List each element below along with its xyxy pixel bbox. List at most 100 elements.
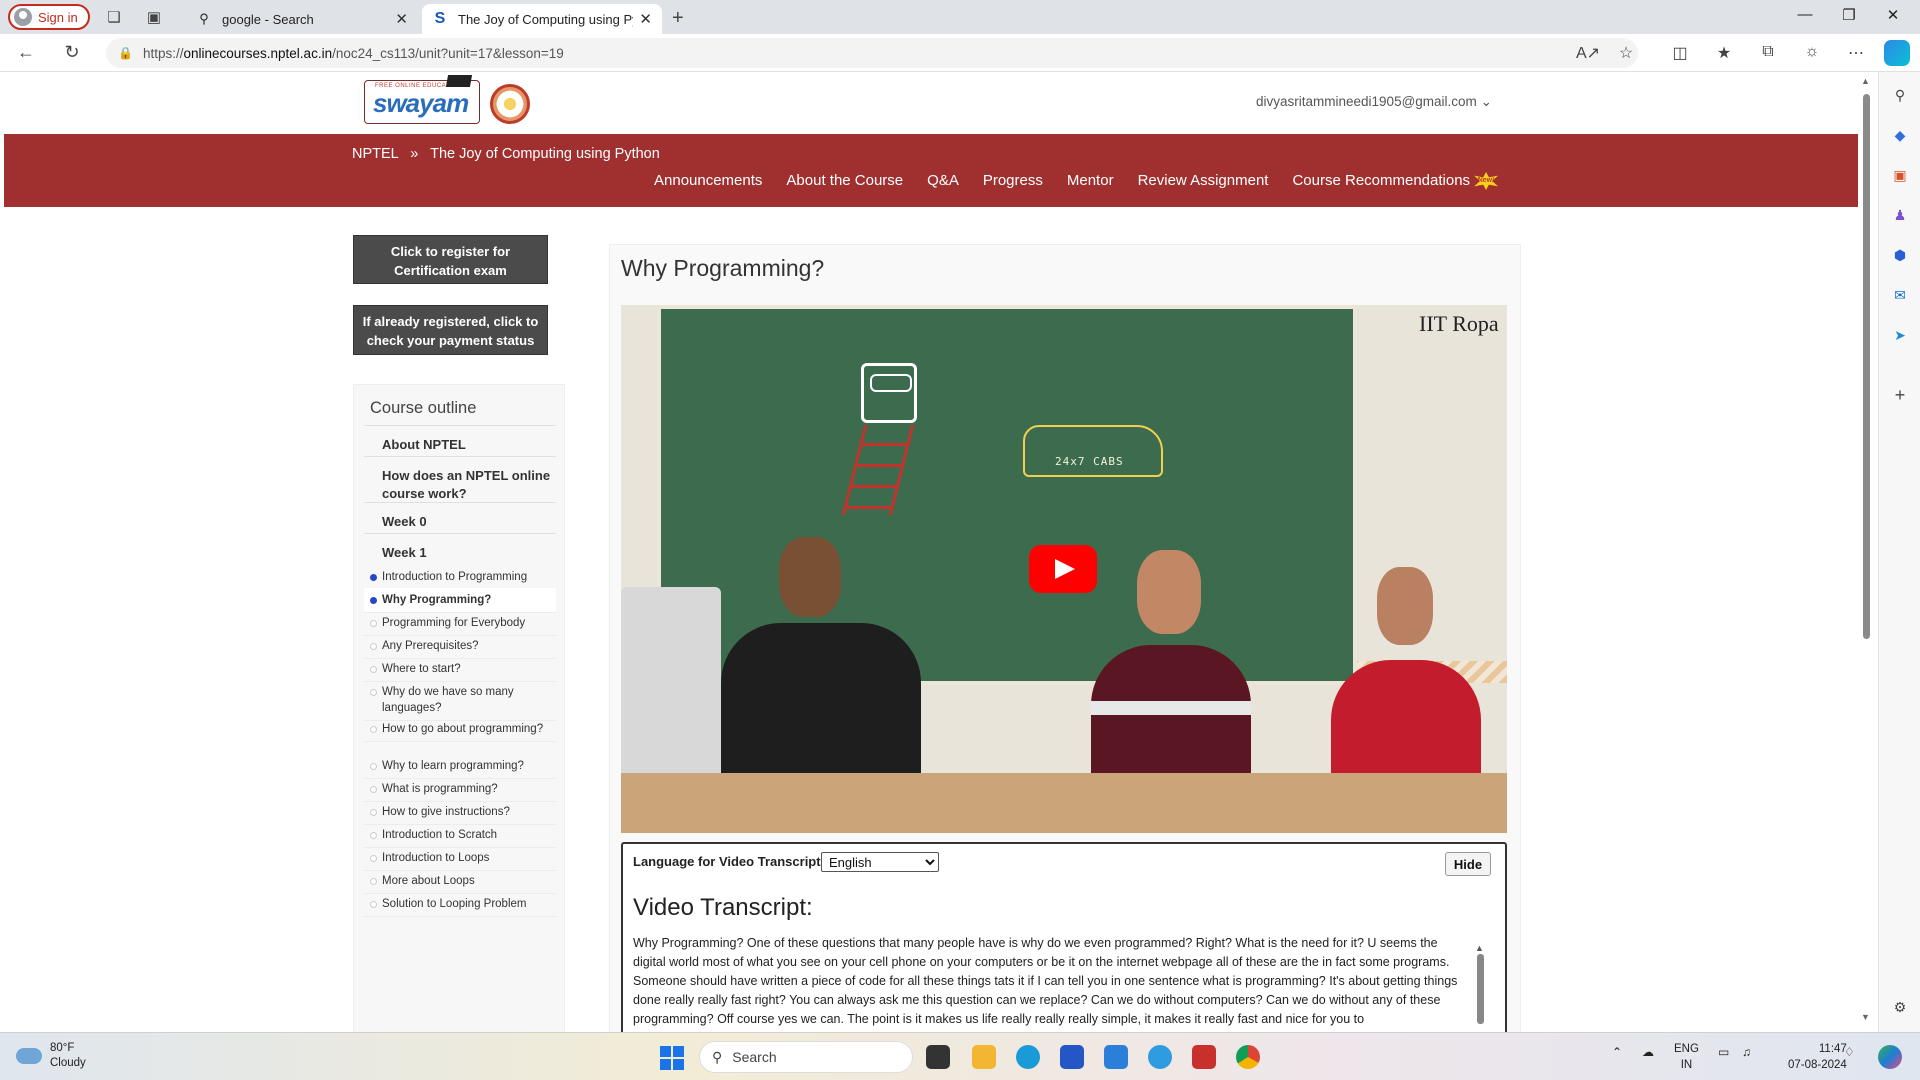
lesson-item[interactable]: Introduction to Programming	[364, 565, 556, 590]
scroll-thumb[interactable]	[1863, 94, 1870, 639]
page-scrollbar[interactable]: ▲ ▼	[1858, 76, 1874, 1026]
tab-actions-icon[interactable]: ▣	[144, 7, 164, 27]
settings-gear-icon[interactable]: ⚙	[1891, 998, 1909, 1016]
close-icon[interactable]: ✕	[395, 10, 408, 28]
cab-drawing-icon	[1023, 425, 1163, 477]
copilot-taskbar-icon[interactable]	[1878, 1045, 1902, 1069]
lesson-label: Any Prerequisites?	[382, 640, 479, 652]
lesson-item[interactable]: Introduction to Scratch	[364, 823, 556, 848]
lesson-item[interactable]: How to give instructions?	[364, 800, 556, 825]
lesson-item[interactable]: Introduction to Loops	[364, 846, 556, 871]
favorite-star-icon[interactable]: ☆	[1614, 43, 1638, 63]
lesson-label: Introduction to Scratch	[382, 829, 498, 841]
lesson-item[interactable]: Any Prerequisites?	[364, 634, 556, 659]
hide-transcript-button[interactable]: Hide	[1445, 852, 1491, 876]
transcript-scroll-thumb[interactable]	[1477, 954, 1484, 1024]
close-icon[interactable]: ✕	[639, 10, 652, 28]
nav-announcements[interactable]: Announcements	[642, 172, 774, 190]
breadcrumb-root[interactable]: NPTEL	[352, 146, 398, 162]
lesson-item[interactable]: What is programming?	[364, 777, 556, 802]
lesson-item[interactable]: More about Loops	[364, 869, 556, 894]
microsoft-365-icon[interactable]: ⬢	[1891, 246, 1909, 264]
input-language-indicator[interactable]: ENG IN	[1674, 1041, 1699, 1073]
outlook-icon[interactable]: ✉	[1891, 286, 1909, 304]
split-screen-icon[interactable]: ◫	[1668, 43, 1692, 63]
lesson-item[interactable]: Programming for Everybody	[364, 611, 556, 636]
register-certification-button[interactable]: Click to register for Certification exam	[353, 235, 548, 284]
taskbar-search[interactable]: ⚲ Search	[699, 1041, 913, 1073]
chevron-up-icon[interactable]: ⌃	[1612, 1045, 1622, 1059]
minimize-icon[interactable]: —	[1790, 6, 1820, 23]
back-icon[interactable]: ←	[14, 42, 38, 63]
nav-about-course[interactable]: About the Course	[774, 172, 915, 190]
edge-browser-icon[interactable]	[1016, 1045, 1040, 1069]
nav-course-recommendations[interactable]: Course Recommendations New!	[1280, 172, 1510, 191]
transcript-language-select[interactable]: English	[821, 852, 939, 872]
scroll-down-icon[interactable]: ▼	[1861, 1012, 1870, 1022]
youtube-play-button[interactable]	[1029, 545, 1097, 593]
lesson-item[interactable]: Where to start?	[364, 657, 556, 682]
nav-review-assignment[interactable]: Review Assignment	[1126, 172, 1281, 190]
nav-course-recommendations-label: Course Recommendations	[1292, 172, 1471, 189]
volume-icon[interactable]: ♫	[1742, 1045, 1751, 1059]
chrome-icon[interactable]	[1236, 1045, 1260, 1069]
favorites-icon[interactable]: ★	[1712, 43, 1736, 63]
lesson-item-current[interactable]: Why Programming?	[364, 588, 556, 613]
scroll-up-icon[interactable]: ▲	[1475, 943, 1484, 953]
network-icon[interactable]: ☁	[1642, 1045, 1654, 1059]
shopping-tag-icon[interactable]: ◆	[1891, 126, 1909, 144]
restore-icon[interactable]: ❐	[1834, 6, 1864, 24]
institute-emblem-icon	[490, 84, 530, 124]
read-aloud-icon[interactable]: A↗	[1576, 43, 1600, 63]
copilot-icon[interactable]	[1884, 40, 1910, 66]
payment-status-button[interactable]: If already registered, click to check yo…	[353, 305, 548, 355]
games-icon[interactable]: ♟	[1891, 206, 1909, 224]
display-icon[interactable]: ▭	[1718, 1045, 1729, 1059]
window-close-icon[interactable]: ✕	[1878, 6, 1908, 24]
weather-widget[interactable]: 80°F Cloudy	[16, 1041, 86, 1071]
sign-in-button[interactable]: Sign in	[8, 4, 90, 30]
browser-essentials-icon[interactable]: ☼	[1800, 43, 1824, 61]
lesson-item[interactable]: How to go about programming?	[364, 717, 556, 742]
workspaces-icon[interactable]: ❏	[104, 7, 124, 27]
lesson-item[interactable]: Solution to Looping Problem	[364, 892, 556, 917]
lesson-label: Introduction to Loops	[382, 852, 490, 864]
store-icon[interactable]	[1060, 1045, 1084, 1069]
lesson-label: More about Loops	[382, 875, 475, 887]
user-account-menu[interactable]: divyasritammineedi1905@gmail.com ⌄	[1256, 94, 1492, 110]
start-button-icon[interactable]	[660, 1046, 684, 1070]
breadcrumb-separator: »	[410, 146, 419, 162]
send-icon[interactable]: ➤	[1891, 326, 1909, 344]
file-explorer-icon[interactable]	[972, 1045, 996, 1069]
nav-progress[interactable]: Progress	[971, 172, 1055, 190]
help-icon[interactable]	[1148, 1045, 1172, 1069]
student-figure	[1091, 645, 1251, 785]
tools-icon[interactable]: ▣	[1891, 166, 1909, 184]
add-icon[interactable]: +	[1891, 385, 1909, 405]
nav-qa[interactable]: Q&A	[915, 172, 971, 190]
transcript-scrollbar[interactable]: ▲	[1475, 938, 1485, 1032]
notification-bell-icon[interactable]: ♢	[1844, 1045, 1855, 1059]
refresh-icon[interactable]: ↻	[60, 42, 84, 63]
tab-google-search[interactable]: ⚲ google - Search ✕	[186, 4, 418, 34]
new-badge: New!	[1474, 172, 1499, 191]
video-player[interactable]: IIT Ropa 24x7 CABS	[621, 305, 1507, 833]
nav-mentor[interactable]: Mentor	[1055, 172, 1126, 190]
lesson-item[interactable]: Why do we have so many languages?	[364, 680, 556, 721]
mylic-app-icon[interactable]	[1104, 1045, 1128, 1069]
lesson-item[interactable]: Why to learn programming?	[364, 754, 556, 779]
edge-sidebar: ⚲ ◆ ▣ ♟ ⬢ ✉ ➤ + ⚙	[1878, 72, 1920, 1032]
transcript-box: Language for Video Transcript: English H…	[621, 842, 1507, 1032]
collections-icon[interactable]: ⧉	[1756, 43, 1780, 61]
swayam-logo[interactable]: FREE ONLINE EDUCATION swayam	[364, 75, 480, 124]
breadcrumb-course[interactable]: The Joy of Computing using Python	[430, 146, 660, 162]
scroll-up-icon[interactable]: ▲	[1861, 76, 1870, 86]
tab-joy-of-computing[interactable]: S The Joy of Computing using Pyth ✕	[422, 4, 662, 34]
search-icon[interactable]: ⚲	[1891, 86, 1909, 104]
address-bar[interactable]: 🔒 https:// onlinecourses.nptel.ac.in /no…	[106, 38, 1638, 68]
new-tab-icon[interactable]: +	[672, 7, 684, 30]
more-menu-icon[interactable]: ⋯	[1844, 43, 1868, 63]
mcafee-icon[interactable]	[1192, 1045, 1216, 1069]
system-clock[interactable]: 11:47 07-08-2024	[1788, 1041, 1847, 1073]
task-view-icon[interactable]	[926, 1045, 950, 1069]
